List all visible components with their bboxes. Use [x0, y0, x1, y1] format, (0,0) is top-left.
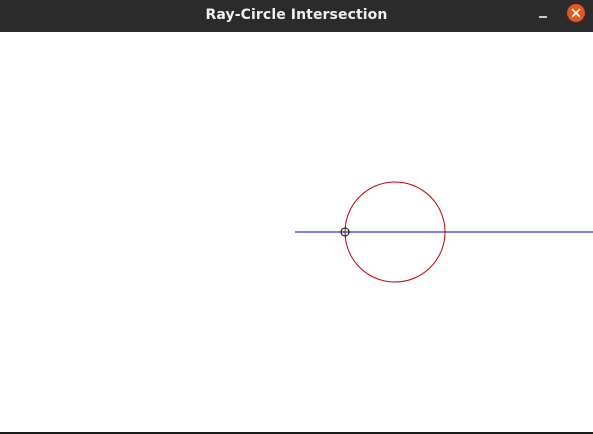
- window-title: Ray-Circle Intersection: [205, 7, 388, 23]
- scene-svg: [295, 181, 593, 283]
- close-icon: [571, 8, 581, 18]
- minimize-button[interactable]: [533, 6, 553, 26]
- app-window: Ray-Circle Intersection: [0, 0, 593, 434]
- minimize-icon: [539, 16, 547, 18]
- drawing-canvas[interactable]: [0, 32, 593, 432]
- title-bar[interactable]: Ray-Circle Intersection: [0, 0, 593, 32]
- close-button[interactable]: [567, 4, 585, 22]
